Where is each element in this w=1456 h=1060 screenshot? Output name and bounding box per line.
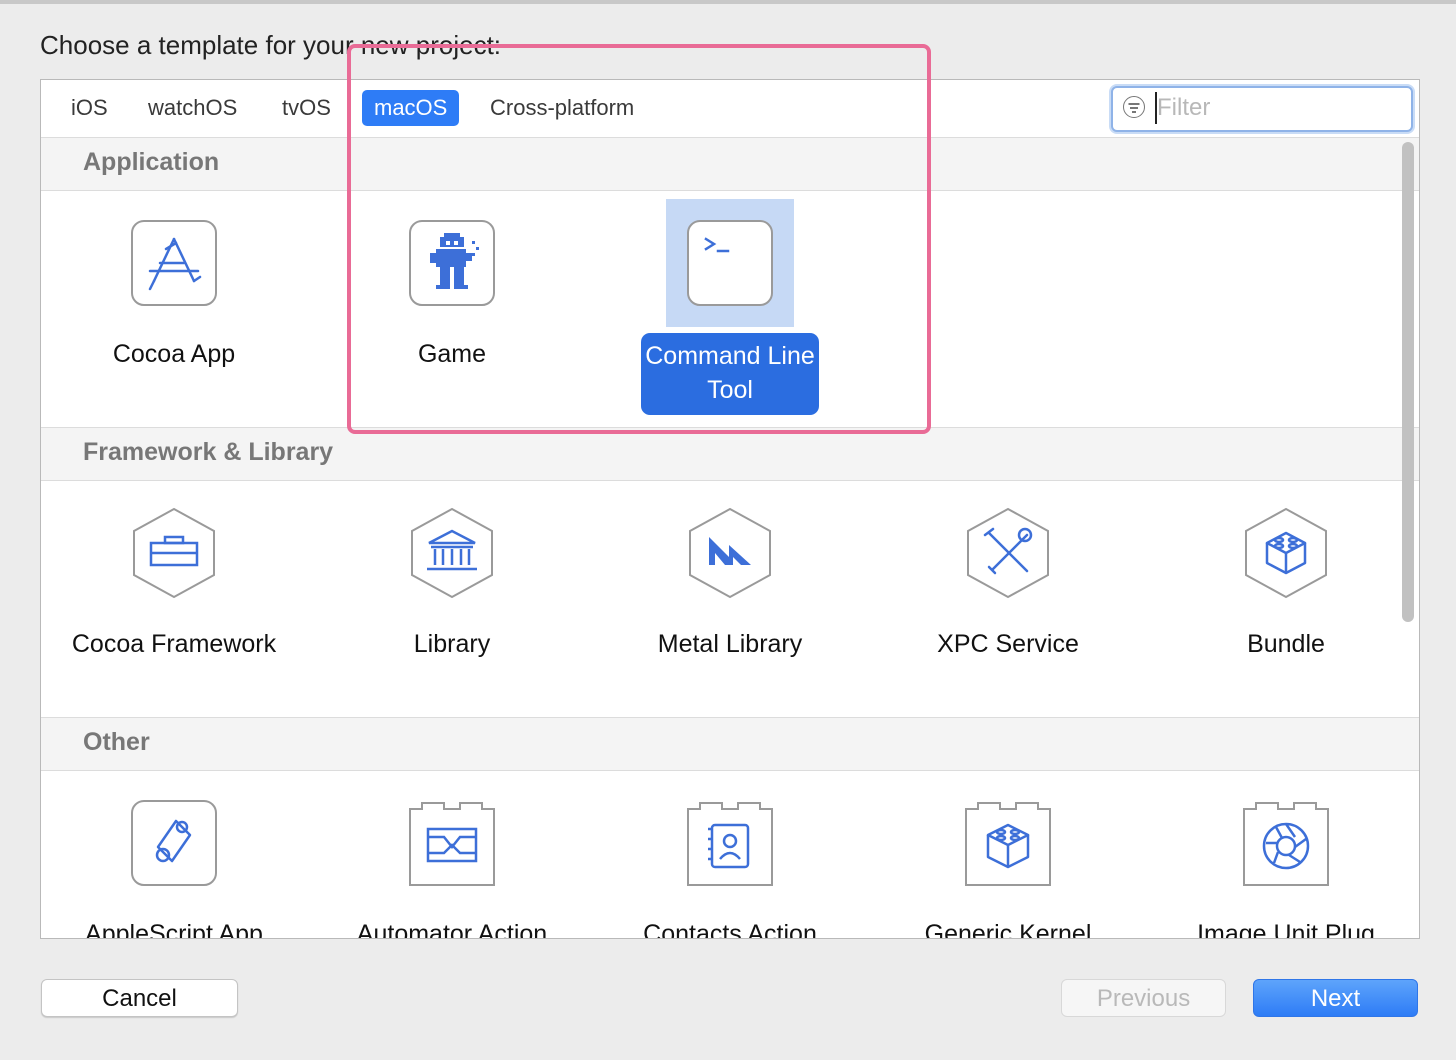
template-contacts-action[interactable]: Contacts Action	[600, 771, 860, 939]
filter-input[interactable]	[1155, 92, 1397, 124]
template-label: Cocoa App	[112, 340, 236, 368]
section-title: Application	[83, 148, 220, 176]
template-label: Metal Library	[657, 630, 803, 658]
platform-tab-bar: iOS watchOS tvOS macOS Cross-platform	[41, 80, 1419, 138]
app-store-icon	[110, 199, 238, 327]
metal-icon	[666, 489, 794, 617]
section-header-other: Other	[41, 717, 1419, 771]
template-game[interactable]: Game	[322, 191, 582, 421]
tab-tvos[interactable]: tvOS	[270, 90, 343, 126]
template-automator-action[interactable]: Automator Action	[322, 771, 582, 939]
scrollbar-thumb[interactable]	[1402, 142, 1414, 622]
aperture-icon	[1222, 779, 1350, 907]
toolbox-icon	[110, 489, 238, 617]
script-icon	[110, 779, 238, 907]
section-header-framework-library: Framework & Library	[41, 427, 1419, 481]
template-label: XPC Service	[937, 630, 1079, 658]
template-label: Bundle	[1247, 630, 1325, 658]
filter-icon	[1123, 96, 1145, 118]
section-header-application: Application	[41, 137, 1419, 191]
template-applescript-app[interactable]: AppleScript App	[44, 771, 304, 939]
template-metal-library[interactable]: Metal Library	[600, 481, 860, 711]
contacts-icon	[666, 779, 794, 907]
template-command-line-tool[interactable]: Command Line Tool	[600, 191, 860, 421]
section-title: Framework & Library	[83, 438, 334, 466]
template-image-unit-plug[interactable]: Image Unit Plug	[1156, 771, 1416, 939]
tab-cross-platform[interactable]: Cross-platform	[478, 90, 646, 126]
template-label: Game	[417, 340, 487, 368]
template-xpc-service[interactable]: XPC Service	[878, 481, 1138, 711]
template-label: Command Line Tool	[641, 333, 819, 415]
terminal-icon	[666, 199, 794, 327]
building-icon	[388, 489, 516, 617]
tab-watchos[interactable]: watchOS	[136, 90, 249, 126]
cancel-button[interactable]: Cancel	[41, 979, 238, 1017]
template-bundle[interactable]: Bundle	[1156, 481, 1416, 711]
section-title: Other	[83, 728, 150, 756]
filter-field[interactable]	[1111, 86, 1413, 132]
template-generic-kernel[interactable]: Generic Kernel	[878, 771, 1138, 939]
lego-block-icon	[1222, 489, 1350, 617]
template-cocoa-app[interactable]: Cocoa App	[44, 191, 304, 421]
game-sprite-icon	[388, 199, 516, 327]
next-button[interactable]: Next	[1253, 979, 1418, 1017]
template-library[interactable]: Library	[322, 481, 582, 711]
automator-icon	[388, 779, 516, 907]
template-label: Automator Action	[356, 920, 548, 939]
tools-icon	[944, 489, 1072, 617]
template-panel: iOS watchOS tvOS macOS Cross-platform Ap…	[40, 79, 1420, 939]
template-label: AppleScript App	[85, 920, 263, 939]
previous-button[interactable]: Previous	[1061, 979, 1226, 1017]
dialog-heading: Choose a template for your new project:	[40, 30, 502, 60]
tab-ios[interactable]: iOS	[59, 90, 120, 126]
template-label: Library	[413, 630, 491, 658]
template-cocoa-framework[interactable]: Cocoa Framework	[44, 481, 304, 711]
tab-macos[interactable]: macOS	[362, 90, 460, 126]
template-label: Cocoa Framework	[71, 630, 277, 658]
window-top-edge	[0, 0, 1456, 4]
kernel-block-icon	[944, 779, 1072, 907]
template-label: Generic Kernel	[924, 920, 1092, 939]
template-label: Image Unit Plug	[1197, 920, 1375, 939]
template-label: Contacts Action	[643, 920, 817, 939]
